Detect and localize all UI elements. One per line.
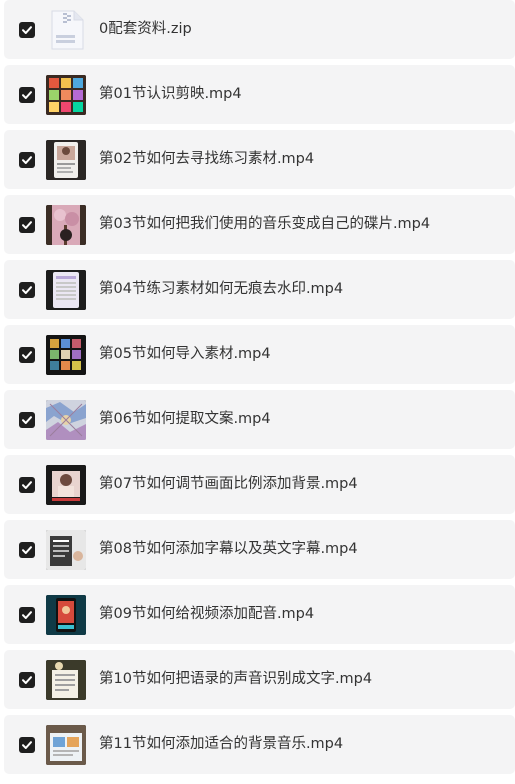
file-name: 第04节练习素材如何无痕去水印.mp4 xyxy=(99,281,344,297)
video-thumbnail xyxy=(46,270,86,310)
file-row-video[interactable]: 第10节如何把语录的声音识别成文字.mp4 xyxy=(4,650,515,709)
file-row-video[interactable]: 第05节如何导入素材.mp4 xyxy=(4,325,515,384)
checkbox-checked[interactable] xyxy=(19,607,35,623)
file-name: 第10节如何把语录的声音识别成文字.mp4 xyxy=(99,671,373,687)
video-thumbnail xyxy=(46,75,86,115)
video-thumbnail xyxy=(46,400,86,440)
file-row-video[interactable]: 第07节如何调节画面比例添加背景.mp4 xyxy=(4,455,515,514)
video-thumbnail xyxy=(46,140,86,180)
check-icon xyxy=(22,481,32,489)
file-row-video[interactable]: 第09节如何给视频添加配音.mp4 xyxy=(4,585,515,644)
checkbox-checked[interactable] xyxy=(19,22,35,38)
checkbox-checked[interactable] xyxy=(19,542,35,558)
checkbox-checked[interactable] xyxy=(19,152,35,168)
file-row-video[interactable]: 第11节如何添加适合的背景音乐.mp4 xyxy=(4,715,515,774)
zip-file-icon xyxy=(50,10,84,50)
video-thumbnail xyxy=(46,530,86,570)
check-icon xyxy=(22,91,32,99)
video-thumbnail xyxy=(46,335,86,375)
file-row-video[interactable]: 第02节如何去寻找练习素材.mp4 xyxy=(4,130,515,189)
file-name: 第05节如何导入素材.mp4 xyxy=(99,346,271,362)
file-name: 第08节如何添加字幕以及英文字幕.mp4 xyxy=(99,541,358,557)
file-row-video[interactable]: 第08节如何添加字幕以及英文字幕.mp4 xyxy=(4,520,515,579)
video-thumbnail xyxy=(46,595,86,635)
checkbox-checked[interactable] xyxy=(19,477,35,493)
file-row-video[interactable]: 第04节练习素材如何无痕去水印.mp4 xyxy=(4,260,515,319)
file-name: 第07节如何调节画面比例添加背景.mp4 xyxy=(99,476,358,492)
check-icon xyxy=(22,286,32,294)
checkbox-checked[interactable] xyxy=(19,412,35,428)
file-name: 第02节如何去寻找练习素材.mp4 xyxy=(99,151,315,167)
check-icon xyxy=(22,156,32,164)
checkbox-checked[interactable] xyxy=(19,282,35,298)
checkbox-checked[interactable] xyxy=(19,672,35,688)
file-name: 第06节如何提取文案.mp4 xyxy=(99,411,271,427)
check-icon xyxy=(22,546,32,554)
video-thumbnail xyxy=(46,660,86,700)
video-thumbnail xyxy=(46,465,86,505)
video-thumbnail xyxy=(46,725,86,765)
video-thumbnail xyxy=(46,205,86,245)
file-row-video[interactable]: 第06节如何提取文案.mp4 xyxy=(4,390,515,449)
file-row-video[interactable]: 第01节认识剪映.mp4 xyxy=(4,65,515,124)
check-icon xyxy=(22,611,32,619)
file-name: 第09节如何给视频添加配音.mp4 xyxy=(99,606,315,622)
file-name: 第11节如何添加适合的背景音乐.mp4 xyxy=(99,736,344,752)
check-icon xyxy=(22,741,32,749)
file-row-zip[interactable]: 0配套资料.zip xyxy=(4,0,515,59)
file-name: 第01节认识剪映.mp4 xyxy=(99,86,242,102)
file-name: 0配套资料.zip xyxy=(99,21,192,37)
checkbox-checked[interactable] xyxy=(19,347,35,363)
check-icon xyxy=(22,26,32,34)
check-icon xyxy=(22,676,32,684)
file-name: 第03节如何把我们使用的音乐变成自己的碟片.mp4 xyxy=(99,216,431,232)
check-icon xyxy=(22,416,32,424)
check-icon xyxy=(22,221,32,229)
file-row-video[interactable]: 第03节如何把我们使用的音乐变成自己的碟片.mp4 xyxy=(4,195,515,254)
check-icon xyxy=(22,351,32,359)
checkbox-checked[interactable] xyxy=(19,87,35,103)
checkbox-checked[interactable] xyxy=(19,737,35,753)
checkbox-checked[interactable] xyxy=(19,217,35,233)
